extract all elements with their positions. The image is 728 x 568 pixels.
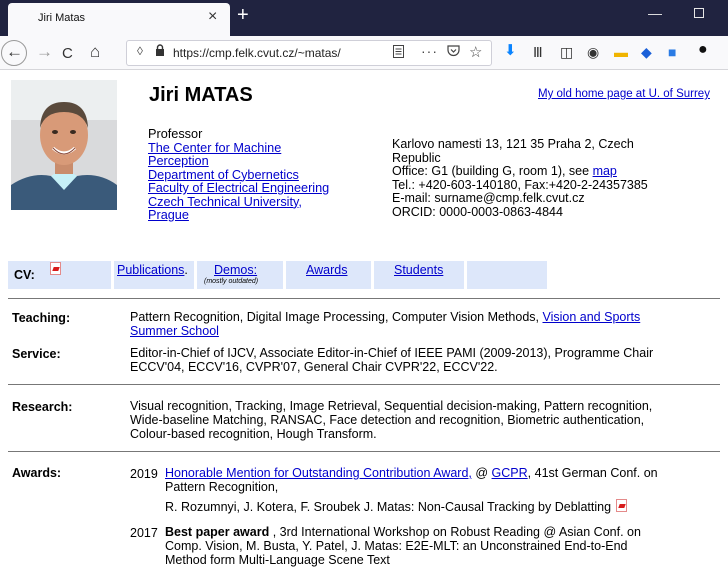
university-link-line2[interactable]: Prague [148, 208, 189, 222]
old-home-page-link[interactable]: My old home page at U. of Surrey [538, 88, 710, 100]
demos-cell: Demos: (mostly outdated) [197, 261, 283, 289]
teaching-courses: Pattern Recognition, Digital Image Proce… [130, 310, 543, 324]
profile-photo [11, 80, 117, 210]
page-actions-icon[interactable]: ··· [421, 43, 438, 59]
library-icon[interactable]: Ⅲ [533, 44, 543, 60]
research-line1: Visual recognition, Tracking, Image Retr… [130, 399, 653, 413]
address-line1: Karlovo namesti 13, 121 35 Praha 2, Czec… [392, 137, 634, 151]
demos-link[interactable]: Demos: [214, 263, 257, 277]
paper-pdf-icon[interactable] [616, 498, 628, 512]
address-bar[interactable]: ◊ https://cmp.felk.cvut.cz/~matas/ ··· ☆ [126, 40, 492, 66]
sidebar-icon[interactable]: ◫ [560, 44, 573, 60]
shield-icon[interactable]: ◊ [137, 44, 143, 58]
award-workshop: , 3rd International Workshop on Robust R… [269, 525, 641, 539]
reader-view-icon[interactable] [393, 45, 404, 61]
map-link[interactable]: map [593, 164, 617, 178]
award-line2: Pattern Recognition, [165, 479, 279, 494]
service-line1: Editor-in-Chief of IJCV, Associate Edito… [130, 346, 654, 360]
research-line2: Wide-baseline Matching, RANSAC, Face det… [130, 412, 645, 427]
tab-title: Jiri Matas [38, 12, 86, 24]
divider [8, 384, 720, 385]
new-tab-icon[interactable]: + [237, 4, 249, 26]
gcpr-link[interactable]: GCPR [492, 466, 528, 480]
honorable-mention-link[interactable]: Honorable Mention for Outstanding Contri… [165, 466, 472, 480]
cv-cell: CV: [8, 261, 111, 289]
award-item: Honorable Mention for Outstanding Contri… [165, 466, 721, 514]
students-link[interactable]: Students [394, 263, 443, 277]
research-line3: Colour-based recognition, Hough Transfor… [130, 426, 377, 441]
students-cell: Students [374, 261, 464, 289]
contact-block: Karlovo namesti 13, 121 35 Praha 2, Czec… [392, 137, 712, 220]
cv-pdf-icon[interactable] [50, 262, 61, 275]
orcid-line: ORCID: 0000-0003-0863-4844 [392, 204, 563, 219]
email-line: E-mail: surname@cmp.felk.cvut.cz [392, 191, 585, 206]
award-year: 2019 [130, 467, 158, 481]
page-title: Jiri MATAS [149, 84, 253, 106]
department-link[interactable]: Department of Cybernetics [148, 168, 299, 182]
teaching-label: Teaching: [12, 311, 71, 325]
divider [8, 451, 720, 452]
publications-cell: Publications. [114, 261, 194, 289]
award-conf: , 41st German Conf. on [527, 466, 658, 480]
teaching-text: Pattern Recognition, Digital Image Proce… [130, 310, 720, 339]
address-line2: Republic [392, 150, 441, 165]
navigation-toolbar: ← → C ⌂ ◊ https://cmp.felk.cvut.cz/~mata… [0, 36, 728, 70]
url-text[interactable]: https://cmp.felk.cvut.cz/~matas/ [173, 46, 341, 60]
browser-tab[interactable]: Jiri Matas × [8, 3, 230, 36]
service-label: Service: [12, 347, 61, 361]
affiliation-block: Professor The Center for Machine Percept… [148, 127, 368, 223]
divider [8, 298, 720, 299]
research-label: Research: [12, 400, 73, 414]
home-icon[interactable]: ⌂ [90, 42, 100, 62]
account-icon[interactable]: ◉ [587, 44, 599, 60]
publications-link[interactable]: Publications [117, 263, 184, 277]
awards-link[interactable]: Awards [306, 263, 347, 277]
folder-extension-icon[interactable]: ▬ [614, 44, 628, 60]
award-line3: Method form Multi-Language Scene Text [165, 552, 390, 567]
award-at: @ [471, 466, 492, 480]
research-text: Visual recognition, Tracking, Image Retr… [130, 399, 720, 441]
summer-school-link-line1[interactable]: Vision and Sports [542, 310, 640, 324]
downloads-icon[interactable]: ⬇ [504, 43, 517, 59]
cv-navigation-bar: CV: Publications. Demos: (mostly outdate… [8, 261, 712, 291]
cmp-link-line1[interactable]: The Center for Machine [148, 141, 281, 155]
summer-school-link-line2[interactable]: Summer School [130, 324, 219, 338]
award-paper: R. Rozumnyi, J. Kotera, F. Sroubek J. Ma… [165, 499, 612, 514]
back-arrow-icon[interactable]: ← [6, 42, 23, 62]
award-year: 2017 [130, 526, 158, 540]
browser-tab-bar: Jiri Matas × + — [0, 0, 728, 36]
office-line: Office: G1 (building G, room 1), see map [392, 164, 712, 179]
tab-close-icon[interactable]: × [208, 8, 217, 26]
service-line2: ECCV'04, ECCV'16, CVPR'07, General Chair… [130, 359, 498, 374]
empty-cell [467, 261, 547, 289]
extension-circle-icon[interactable]: ● [698, 42, 708, 58]
publications-dot: . [184, 263, 188, 277]
award-item: Best paper award , 3rd International Wor… [165, 525, 721, 567]
extension-diamond-icon[interactable]: ◆ [641, 44, 652, 60]
position-title: Professor [148, 127, 203, 141]
cv-label: CV: [14, 268, 35, 282]
extension-square-icon[interactable]: ■ [668, 44, 676, 60]
service-text: Editor-in-Chief of IJCV, Associate Edito… [130, 346, 720, 375]
forward-arrow-icon[interactable]: → [36, 42, 53, 62]
award-line2: Comp. Vision, M. Busta, Y. Patel, J. Mat… [165, 538, 628, 553]
minimize-icon[interactable]: — [648, 5, 662, 21]
pocket-icon[interactable] [447, 45, 460, 60]
awards-label: Awards: [12, 466, 62, 480]
tel-line: Tel.: +420-603-140180, Fax:+420-2-243573… [392, 177, 648, 192]
best-paper-title: Best paper award [165, 525, 270, 539]
page-content: Jiri MATAS My old home page at U. of Sur… [0, 70, 728, 568]
maximize-icon[interactable] [694, 8, 704, 18]
faculty-link[interactable]: Faculty of Electrical Engineering [148, 181, 329, 195]
reload-icon[interactable]: C [62, 44, 73, 64]
lock-icon[interactable] [155, 44, 165, 59]
bookmark-star-icon[interactable]: ☆ [469, 43, 482, 61]
cmp-link-line2[interactable]: Perception [148, 154, 209, 168]
university-link-line1[interactable]: Czech Technical University, [148, 195, 302, 209]
office-text: Office: G1 (building G, room 1), see [392, 164, 593, 179]
demos-note: (mostly outdated) [204, 278, 259, 285]
awards-cell: Awards [286, 261, 371, 289]
